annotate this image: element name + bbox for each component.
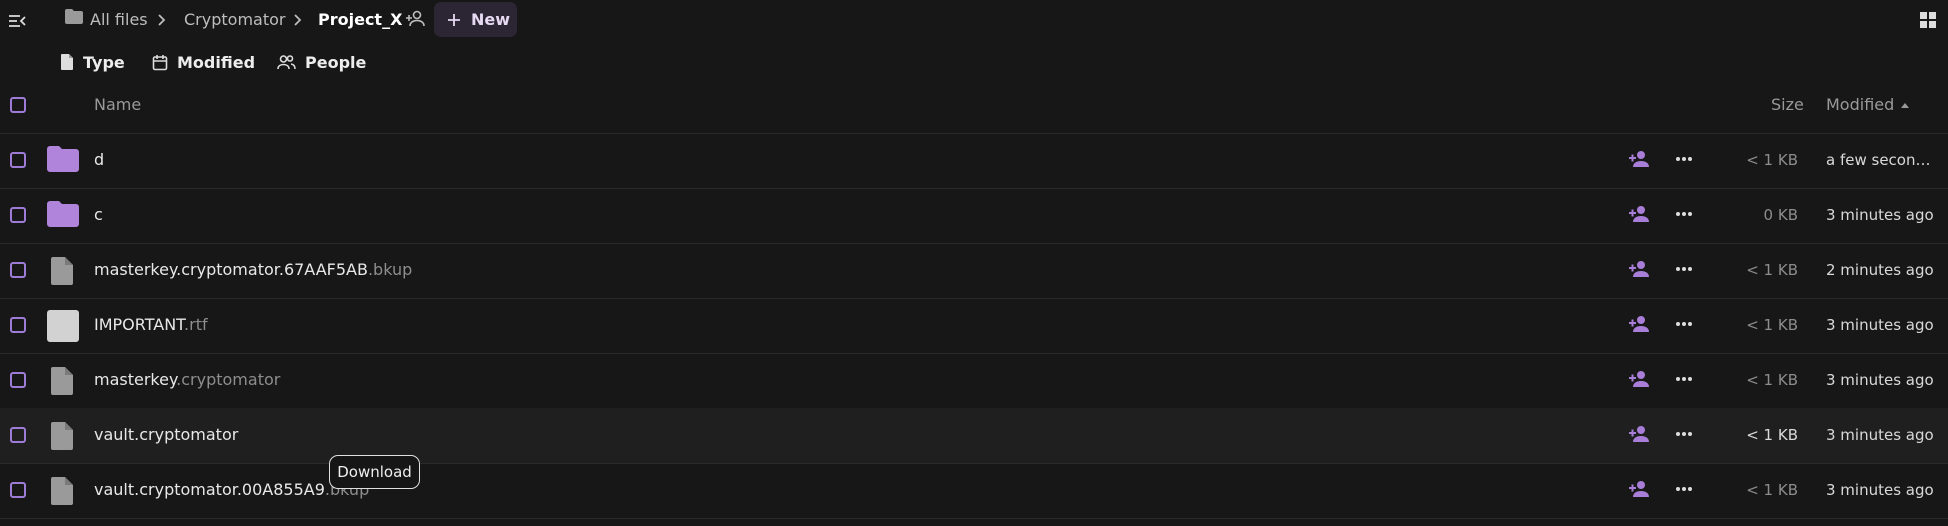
- row-checkbox[interactable]: [10, 427, 26, 443]
- top-bar: All files Cryptomator Project_X New: [0, 0, 1948, 44]
- row-checkbox[interactable]: [10, 317, 26, 333]
- file-name[interactable]: vault.cryptomator: [94, 424, 238, 446]
- row-checkbox[interactable]: [10, 372, 26, 388]
- people-icon: [277, 54, 296, 70]
- table-row[interactable]: masterkey.cryptomator.67AAF5AB.bkup < 1 …: [0, 243, 1948, 299]
- more-actions-icon[interactable]: [1674, 150, 1694, 168]
- more-actions-icon[interactable]: [1674, 260, 1694, 278]
- share-icon[interactable]: [1628, 260, 1650, 278]
- sort-ascending-icon: [1900, 102, 1910, 109]
- calendar-icon: [152, 54, 168, 71]
- file-icon: [50, 256, 74, 286]
- filter-modified[interactable]: Modified: [152, 50, 255, 74]
- new-button-label: New: [471, 10, 511, 29]
- file-name[interactable]: masterkey.cryptomator: [94, 369, 280, 391]
- table-header: Name Size Modified: [0, 78, 1948, 134]
- new-button[interactable]: New: [434, 2, 517, 37]
- download-tooltip: Download: [329, 455, 420, 489]
- row-checkbox[interactable]: [10, 152, 26, 168]
- share-icon[interactable]: [1628, 480, 1650, 498]
- file-size: < 1 KB: [1746, 481, 1798, 499]
- column-size[interactable]: Size: [1771, 94, 1804, 116]
- column-modified[interactable]: Modified: [1826, 94, 1894, 116]
- file-name[interactable]: c: [94, 204, 103, 226]
- table-row[interactable]: vault.cryptomator < 1 KB 3 minutes ago: [0, 408, 1948, 464]
- file-modified: 3 minutes ago: [1826, 426, 1934, 444]
- file-icon: [50, 476, 74, 506]
- file-modified: a few seconds ago: [1826, 151, 1936, 169]
- select-all-checkbox[interactable]: [10, 97, 26, 113]
- filter-people-label: People: [305, 52, 367, 72]
- filter-type-label: Type: [83, 52, 125, 72]
- folder-icon: [64, 8, 84, 26]
- file-size: < 1 KB: [1746, 371, 1798, 389]
- plus-icon: [447, 13, 461, 27]
- share-icon[interactable]: [1628, 425, 1650, 443]
- file-size: < 1 KB: [1746, 261, 1798, 279]
- file-name[interactable]: d: [94, 149, 104, 171]
- file-name[interactable]: masterkey.cryptomator.67AAF5AB.bkup: [94, 259, 412, 281]
- chevron-right-icon: [156, 13, 166, 27]
- column-name[interactable]: Name: [94, 94, 141, 116]
- share-icon[interactable]: [1628, 315, 1650, 333]
- more-actions-icon[interactable]: [1674, 370, 1694, 388]
- file-size: < 1 KB: [1746, 426, 1798, 444]
- more-actions-icon[interactable]: [1674, 425, 1694, 443]
- more-actions-icon[interactable]: [1674, 205, 1694, 223]
- share-icon[interactable]: [1628, 150, 1650, 168]
- file-modified: 3 minutes ago: [1826, 206, 1934, 224]
- row-checkbox[interactable]: [10, 207, 26, 223]
- file-icon: [60, 53, 74, 71]
- file-size: < 1 KB: [1746, 316, 1798, 334]
- table-row[interactable]: masterkey.cryptomator < 1 KB 3 minutes a…: [0, 353, 1948, 409]
- table-row[interactable]: c 0 KB 3 minutes ago: [0, 188, 1948, 244]
- breadcrumb-cryptomator[interactable]: Cryptomator: [184, 9, 285, 31]
- more-actions-icon[interactable]: [1674, 315, 1694, 333]
- folder-icon: [46, 199, 80, 229]
- breadcrumb-all-files[interactable]: All files: [90, 9, 148, 31]
- file-modified: 3 minutes ago: [1826, 316, 1934, 334]
- table-row[interactable]: IMPORTANT.rtf < 1 KB 3 minutes ago: [0, 298, 1948, 354]
- row-checkbox[interactable]: [10, 482, 26, 498]
- filter-modified-label: Modified: [177, 52, 256, 72]
- row-checkbox[interactable]: [10, 262, 26, 278]
- table-row[interactable]: vault.cryptomator.00A855A9.bkup < 1 KB 3…: [0, 463, 1948, 519]
- chevron-right-icon: [292, 13, 302, 27]
- share-icon[interactable]: [1628, 205, 1650, 223]
- table-row[interactable]: d < 1 KB a few seconds ago: [0, 133, 1948, 189]
- grid-view-icon[interactable]: [1919, 11, 1937, 29]
- document-thumbnail-icon: [46, 309, 80, 343]
- share-icon[interactable]: [405, 10, 427, 28]
- toggle-navigation-icon[interactable]: [8, 12, 26, 30]
- file-name[interactable]: IMPORTANT.rtf: [94, 314, 208, 336]
- file-size: < 1 KB: [1746, 151, 1798, 169]
- file-name[interactable]: vault.cryptomator.00A855A9.bkup: [94, 479, 369, 501]
- more-actions-icon[interactable]: [1674, 480, 1694, 498]
- breadcrumb-current[interactable]: Project_X: [318, 9, 402, 31]
- filter-type[interactable]: Type: [60, 50, 125, 74]
- file-modified: 3 minutes ago: [1826, 481, 1934, 499]
- folder-icon: [46, 144, 80, 174]
- file-modified: 3 minutes ago: [1826, 371, 1934, 389]
- file-modified: 2 minutes ago: [1826, 261, 1934, 279]
- share-icon[interactable]: [1628, 370, 1650, 388]
- file-icon: [50, 366, 74, 396]
- file-size: 0 KB: [1763, 206, 1798, 224]
- file-icon: [50, 421, 74, 451]
- filter-people[interactable]: People: [277, 50, 366, 74]
